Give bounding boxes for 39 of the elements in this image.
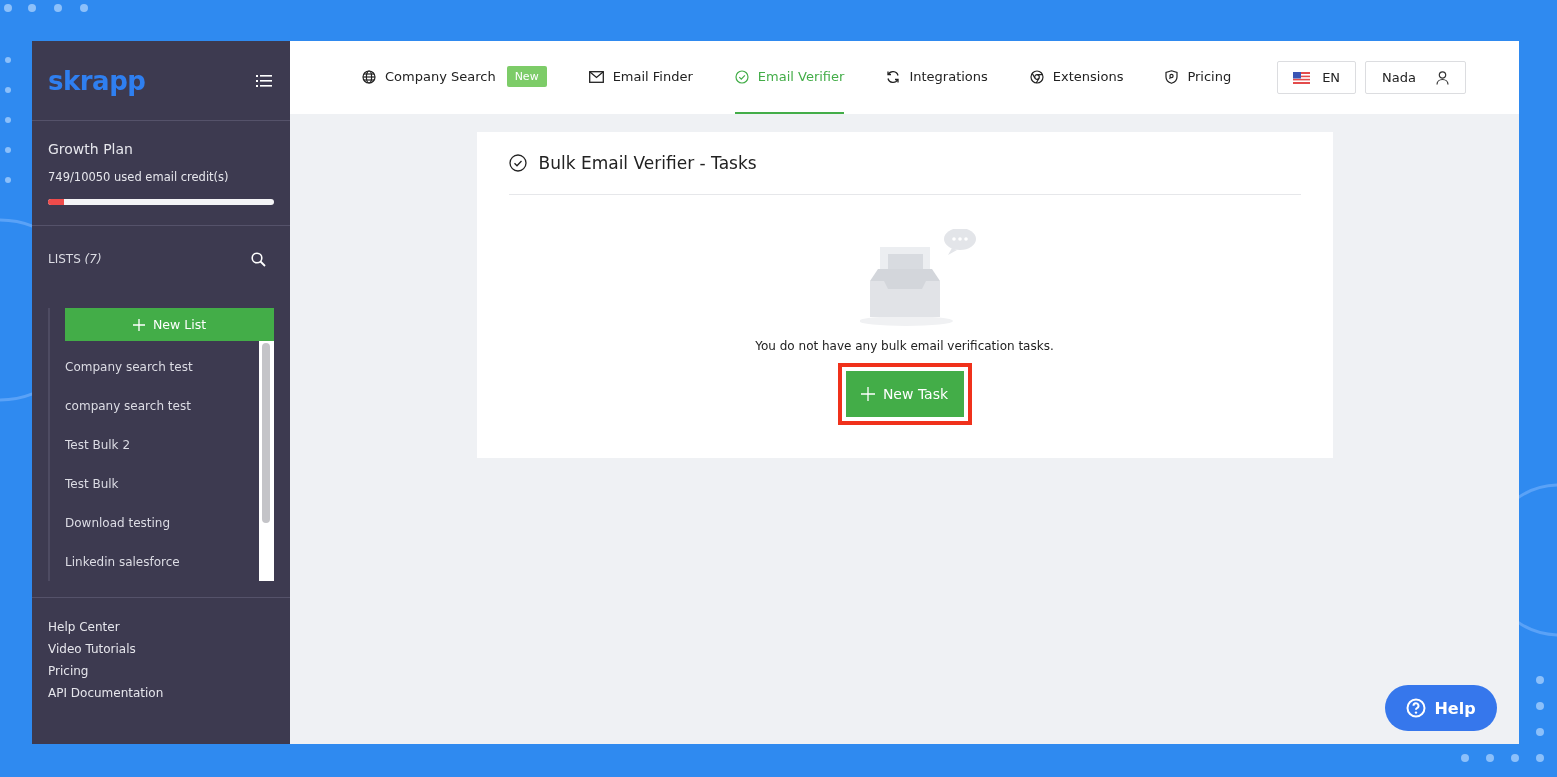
empty-message: You do not have any bulk email verification tasks. xyxy=(755,339,1054,353)
help-icon xyxy=(1406,698,1427,718)
credit-usage: 749/10050 used email credit(s) xyxy=(48,170,230,184)
list-item[interactable]: Test Bulk xyxy=(65,464,259,504)
nav-tab[interactable]: Extensions xyxy=(1029,41,1124,114)
nav-tab[interactable]: Company Search New xyxy=(362,41,547,114)
shield-icon xyxy=(1165,69,1179,84)
list-item[interactable]: Company search test xyxy=(65,348,259,387)
globe-icon xyxy=(362,69,376,84)
sidebar-link[interactable]: Video Tutorials xyxy=(48,642,274,656)
card-title: Bulk Email Verifier - Tasks xyxy=(538,153,757,173)
nav-tab[interactable]: Integrations xyxy=(886,41,988,114)
plus-icon xyxy=(132,318,145,331)
lists-label: LISTS (7) xyxy=(48,252,102,266)
plus-icon xyxy=(860,387,875,401)
mail-icon xyxy=(588,70,604,83)
user-button[interactable]: Nada xyxy=(1365,61,1466,94)
nav-tab[interactable]: Pricing xyxy=(1165,41,1232,114)
help-button[interactable]: Help xyxy=(1385,685,1497,731)
scrollbar[interactable] xyxy=(259,341,274,581)
language-button[interactable]: EN xyxy=(1277,61,1357,94)
check-circle-icon xyxy=(508,154,527,172)
sidebar-link[interactable]: Help Center xyxy=(48,620,274,634)
chrome-icon xyxy=(1029,69,1044,84)
list-item[interactable]: Linkedin salesforce xyxy=(65,542,259,581)
check-circle-icon xyxy=(734,69,749,84)
menu-icon[interactable] xyxy=(256,73,272,88)
search-icon[interactable] xyxy=(251,251,266,267)
flag-icon xyxy=(1293,71,1311,84)
sync-icon xyxy=(886,69,901,84)
sidebar-link[interactable]: API Documentation xyxy=(48,686,274,700)
list-item[interactable]: Download testing xyxy=(65,503,259,543)
new-badge: New xyxy=(506,66,547,87)
nav-tab[interactable]: Email Finder xyxy=(588,41,693,114)
list-item[interactable]: Test Bulk 2 xyxy=(65,425,259,465)
plan-name: Growth Plan xyxy=(48,141,134,157)
sidebar-link[interactable]: Pricing xyxy=(48,664,274,678)
list-item[interactable]: company search test xyxy=(65,386,259,426)
user-icon xyxy=(1436,70,1449,85)
